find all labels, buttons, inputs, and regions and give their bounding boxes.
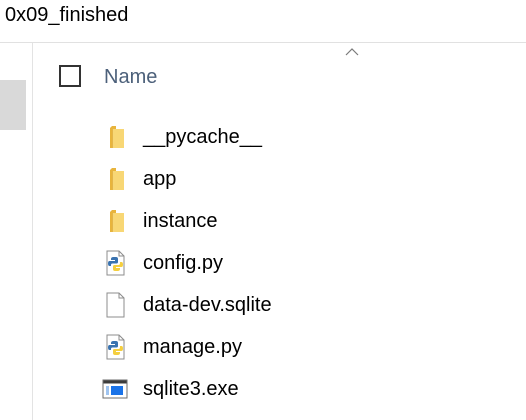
file-row[interactable]: data-dev.sqlite xyxy=(33,284,526,326)
file-explorer-window: 0x09_finished Name __pycache__ app insta… xyxy=(0,0,526,420)
file-name: sqlite3.exe xyxy=(143,378,239,400)
exe-file-icon xyxy=(102,379,128,399)
file-row[interactable]: config.py xyxy=(33,242,526,284)
file-name: app xyxy=(143,168,177,190)
python-file-icon xyxy=(106,334,125,360)
navigation-selected-item[interactable] xyxy=(0,80,26,130)
sort-ascending-icon[interactable] xyxy=(344,46,360,58)
file-name: data-dev.sqlite xyxy=(143,294,272,316)
title-divider xyxy=(0,42,526,43)
file-name: instance xyxy=(143,210,218,232)
file-row[interactable]: sqlite3.exe xyxy=(33,368,526,410)
file-name: __pycache__ xyxy=(143,126,262,148)
file-name: manage.py xyxy=(143,336,242,358)
file-row[interactable]: instance xyxy=(33,200,526,242)
window-title: 0x09_finished xyxy=(5,4,129,26)
file-name: config.py xyxy=(143,252,224,274)
column-header-name[interactable]: Name xyxy=(104,66,157,88)
folder-icon xyxy=(110,168,124,190)
folder-icon xyxy=(110,210,124,232)
file-list: __pycache__ app instance config.py data-… xyxy=(33,116,526,410)
file-row[interactable]: manage.py xyxy=(33,326,526,368)
column-header-row: Name xyxy=(33,58,526,96)
blank-file-icon xyxy=(106,292,125,318)
file-row[interactable]: app xyxy=(33,158,526,200)
folder-icon xyxy=(110,126,124,148)
select-all-checkbox[interactable] xyxy=(59,65,81,87)
python-file-icon xyxy=(106,250,125,276)
file-row[interactable]: __pycache__ xyxy=(33,116,526,158)
